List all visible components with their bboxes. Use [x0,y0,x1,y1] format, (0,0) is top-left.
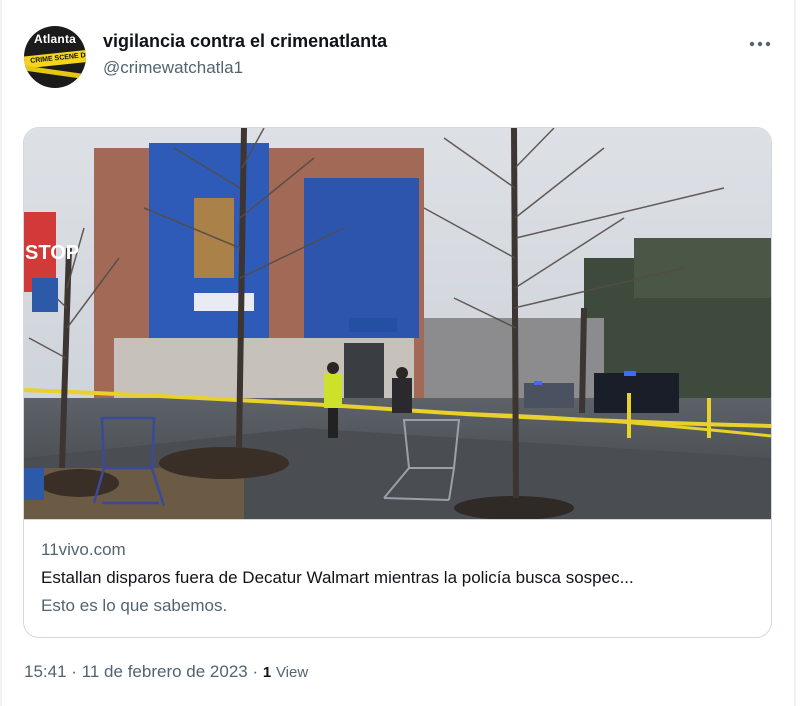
card-description: Esto es lo que sabemos. [41,596,228,615]
card-meta[interactable]: 11vivo.com Estallan disparos fuera de De… [24,519,771,637]
tweet-date[interactable]: 11 de febrero de 2023 [82,662,248,681]
views-label: View [275,664,309,681]
avatar-tape-stripe [24,64,86,81]
meta-separator: · [71,662,77,681]
meta-separator: · [252,662,259,681]
card-image[interactable]: STOP [24,128,771,519]
more-options-button[interactable] [746,30,774,58]
frame-border-right [794,0,796,706]
more-horizontal-icon [749,41,771,47]
tweet-time[interactable]: 15:41 [24,662,67,681]
avatar[interactable]: Atlanta CRIME SCENE D [24,26,86,88]
avatar-text: Atlanta [33,32,77,46]
author-handle[interactable]: @crimewatchatla1 [103,58,243,78]
card-title: Estallan disparos fuera de Decatur Walma… [41,568,634,587]
views-count: 1 [262,664,272,681]
frame-border-left [0,0,2,706]
stop-sign-text: STOP [25,242,79,264]
author-display-name[interactable]: vigilancia contra el crimenatlanta [103,31,387,52]
tweet-metadata: 15:41 · 11 de febrero de 2023 · 1 View [24,662,308,682]
card-domain: 11vivo.com [41,540,126,559]
link-preview-card[interactable]: STOP 11vivo.com Estallan disparos fuera … [23,127,772,638]
